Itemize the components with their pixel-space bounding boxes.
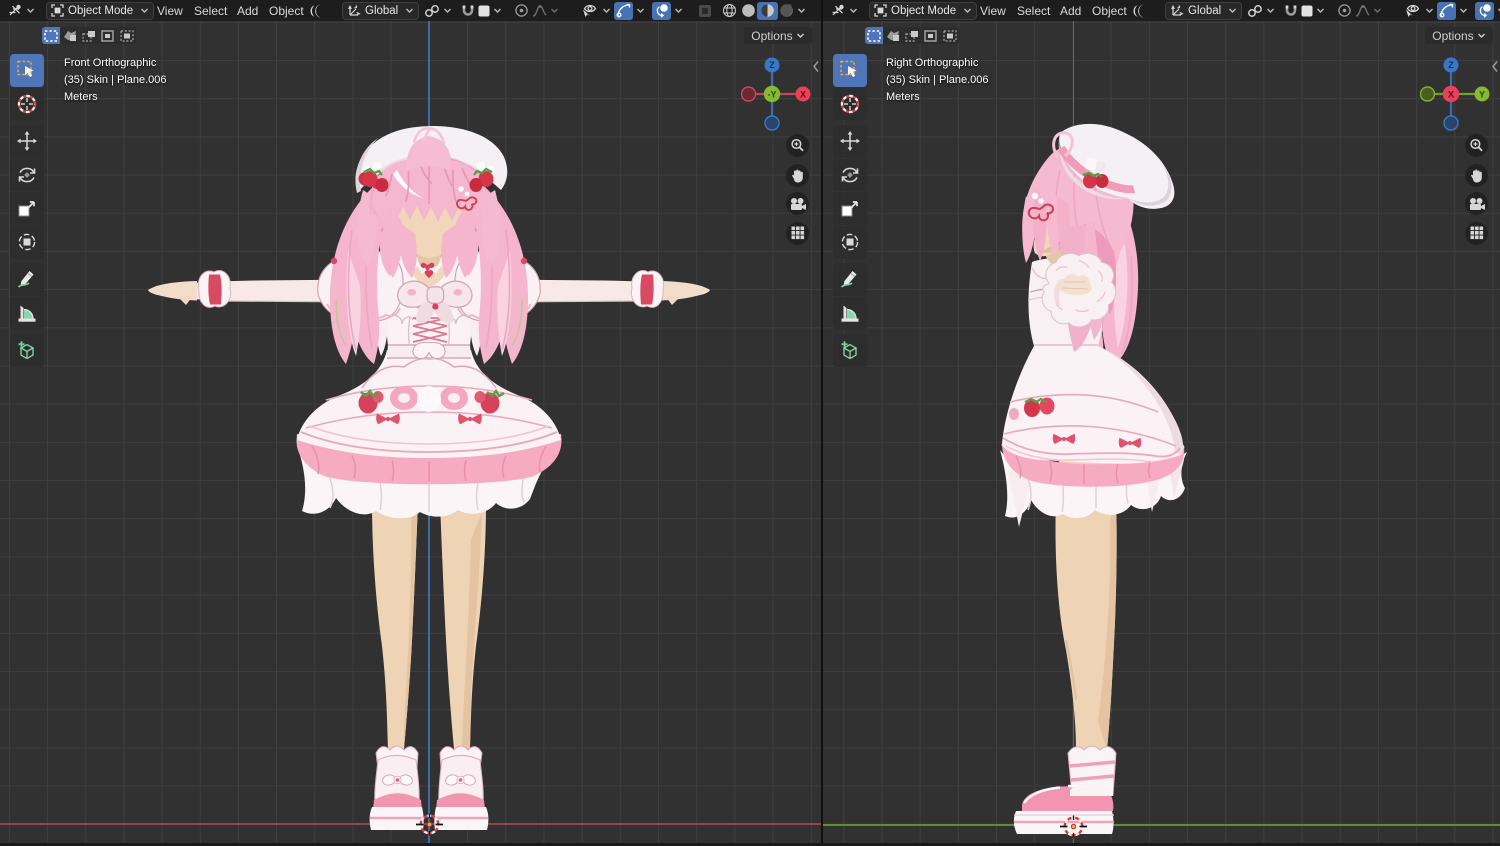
svg-text:Z: Z: [1448, 60, 1454, 70]
svg-text:Y: Y: [1479, 89, 1485, 99]
svg-text:Z: Z: [769, 60, 775, 70]
svg-text:X: X: [800, 89, 806, 99]
svg-text:-Y: -Y: [768, 90, 777, 100]
svg-text:X: X: [1448, 90, 1455, 101]
